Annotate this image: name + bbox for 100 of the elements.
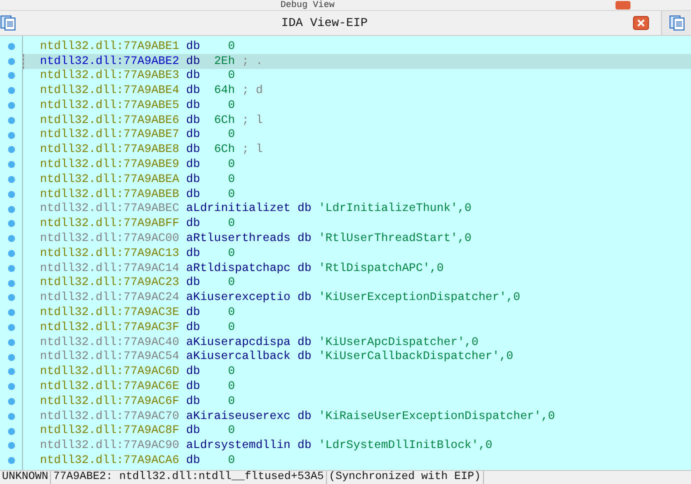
address: ntdll32.dll:77A9AC3E [40, 305, 180, 322]
db-keyword: db [186, 38, 200, 55]
address: ntdll32.dll:77A9AC00 [40, 231, 180, 248]
byte-value: 0 [226, 320, 235, 336]
address: ntdll32.dll:77A9AC90 [40, 438, 180, 454]
db-keyword: db [298, 349, 312, 366]
db-keyword: db [298, 290, 312, 306]
address: ntdll32.dll:77A9AC23 [40, 275, 180, 292]
address: ntdll32.dll:77A9AC13 [40, 246, 180, 262]
breakpoint-dot-icon[interactable] [8, 412, 14, 420]
address: ntdll32.dll:77A9ABE9 [40, 157, 180, 174]
byte-value: 64h [214, 83, 235, 100]
breakpoint-dot-icon[interactable] [8, 354, 14, 361]
address: ntdll32.dll:77A9ABE3 [40, 68, 180, 84]
window-list-icon[interactable] [668, 15, 684, 31]
breakpoint-dot-icon[interactable] [8, 250, 14, 258]
address: ntdll32.dll:77A9ACA6 [40, 453, 180, 470]
breakpoint-dot-icon[interactable] [8, 309, 14, 316]
address: ntdll32.dll:77A9ABEC [40, 201, 180, 218]
breakpoint-dot-icon[interactable] [8, 338, 14, 346]
address: ntdll32.dll:77A9AC70 [40, 408, 180, 424]
data-label: aLdrinitializet [186, 201, 291, 218]
db-keyword: db [298, 334, 312, 350]
byte-value: 2Eh [214, 54, 235, 70]
byte-value: 0 [226, 453, 235, 470]
db-keyword: db [298, 438, 312, 454]
breakpoint-dot-icon[interactable] [8, 190, 14, 198]
breakpoint-dot-icon[interactable] [8, 116, 14, 124]
db-keyword: db [186, 216, 200, 232]
db-keyword: db [186, 54, 200, 70]
breakpoint-dot-icon[interactable] [8, 176, 14, 184]
address: ntdll32.dll:77A9ABE4 [40, 83, 180, 100]
breakpoint-dot-icon[interactable] [8, 324, 14, 332]
byte-value: 0 [226, 379, 235, 396]
byte-value: 0 [226, 127, 235, 144]
byte-value: 0 [226, 364, 235, 380]
address: ntdll32.dll:77A9ABE5 [40, 98, 180, 114]
breakpoint-dot-icon[interactable] [8, 146, 14, 154]
breakpoint-dot-icon[interactable] [8, 58, 14, 65]
breakpoint-dot-icon[interactable] [8, 132, 14, 139]
breakpoint-dot-icon[interactable] [8, 398, 14, 406]
breakpoint-dot-icon[interactable] [8, 102, 14, 110]
db-keyword: db [186, 142, 200, 158]
breakpoint-dot-icon[interactable] [8, 280, 14, 287]
address: ntdll32.dll:77A9ABE2 [40, 54, 180, 70]
db-keyword: db [186, 453, 200, 470]
byte-value: 0 [226, 423, 235, 440]
address: ntdll32.dll:77A9AC8F [40, 423, 180, 440]
address: ntdll32.dll:77A9ABE8 [40, 142, 180, 158]
breakpoint-dot-icon[interactable] [8, 235, 14, 242]
breakpoint-dot-icon[interactable] [8, 294, 14, 302]
string-value: 'KiUserExceptionDispatcher',0 [318, 290, 520, 306]
address: ntdll32.dll:77A9AC14 [40, 260, 180, 276]
db-keyword: db [186, 112, 200, 128]
breakpoint-dot-icon[interactable] [8, 87, 14, 94]
db-keyword: db [186, 423, 200, 440]
panel-title: Debug View [280, 0, 334, 10]
comment: ; . [242, 54, 263, 70]
byte-value: 6Ch [214, 112, 235, 129]
address: ntdll32.dll:77A9AC6E [40, 379, 180, 396]
data-label: aKiuserapcdispa [186, 334, 291, 350]
breakpoint-dot-icon[interactable] [8, 42, 14, 50]
address: ntdll32.dll:77A9ABFF [40, 216, 180, 232]
string-value: 'KiRaiseUserExceptionDispatcher',0 [318, 408, 556, 425]
breakpoint-dot-icon[interactable] [8, 368, 14, 376]
breakpoint-dot-icon[interactable] [8, 457, 14, 464]
byte-value: 0 [226, 186, 235, 202]
data-label: aLdrsystemdllin [186, 438, 291, 454]
breakpoint-dot-icon[interactable] [8, 264, 14, 272]
breakpoint-dot-icon[interactable] [8, 72, 14, 80]
comment: ; l [242, 142, 263, 158]
byte-value: 0 [226, 275, 235, 292]
breakpoint-dot-icon[interactable] [8, 442, 14, 450]
breakpoint-dot-icon[interactable] [8, 383, 14, 390]
breakpoint-dot-icon[interactable] [8, 206, 14, 213]
byte-value: 0 [226, 246, 235, 262]
string-value: 'KiUserCallbackDispatcher',0 [318, 349, 514, 366]
address: ntdll32.dll:77A9AC3F [40, 320, 180, 336]
db-keyword: db [186, 394, 200, 410]
comment: ; l [242, 112, 263, 129]
db-keyword: db [298, 260, 312, 277]
window-icon[interactable] [0, 15, 16, 31]
status-text: (Synchronized with EIP) [326, 471, 484, 484]
data-label: aKiraiseuserexc [186, 408, 291, 424]
db-keyword: db [298, 201, 312, 218]
breakpoint-dot-icon[interactable] [8, 161, 14, 168]
byte-value: 0 [226, 172, 235, 188]
address: ntdll32.dll:77A9ABEA [40, 172, 180, 188]
address: ntdll32.dll:77A9ABEB [40, 186, 180, 202]
string-value: 'RtlDispatchAPC',0 [318, 260, 444, 277]
data-label: aKiusercallback [186, 349, 291, 366]
db-keyword: db [186, 68, 200, 84]
breakpoint-dot-icon[interactable] [8, 428, 14, 435]
db-keyword: db [186, 157, 200, 174]
db-keyword: db [186, 246, 200, 262]
status-text: UNKNOWN [0, 471, 52, 484]
status-text: 77A9ABE2: ntdll32.dll:ntdll__fltused+53A5 [51, 471, 327, 484]
db-keyword: db [298, 231, 312, 248]
address: ntdll32.dll:77A9AC24 [40, 290, 180, 306]
breakpoint-dot-icon[interactable] [8, 220, 14, 228]
